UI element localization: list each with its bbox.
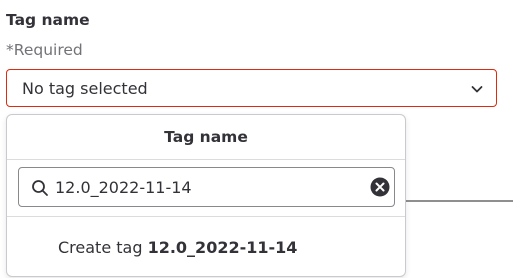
clear-icon[interactable] (370, 177, 390, 197)
tag-select-toggle[interactable]: No tag selected (6, 69, 497, 107)
create-tag-name: 12.0_2022-11-14 (147, 238, 298, 257)
tag-dropdown-panel: Tag name Create tag 12.0_2022-11-14 (6, 114, 406, 277)
create-tag-prefix: Create tag (58, 238, 148, 257)
create-tag-option[interactable]: Create tag 12.0_2022-11-14 (7, 227, 405, 269)
create-tag-text: Create tag 12.0_2022-11-14 (58, 237, 297, 259)
search-input[interactable] (55, 174, 355, 200)
tag-name-form: Tag name *Required No tag selected Tag n… (0, 0, 513, 278)
chevron-down-icon (471, 86, 483, 93)
search-icon (32, 180, 48, 196)
required-hint: *Required (6, 41, 83, 59)
background-divider (405, 200, 513, 202)
search-box[interactable] (18, 167, 395, 207)
dropdown-divider (7, 216, 405, 217)
tag-name-label: Tag name (6, 11, 90, 29)
dropdown-header: Tag name (7, 115, 405, 160)
tag-select-value: No tag selected (22, 79, 148, 98)
